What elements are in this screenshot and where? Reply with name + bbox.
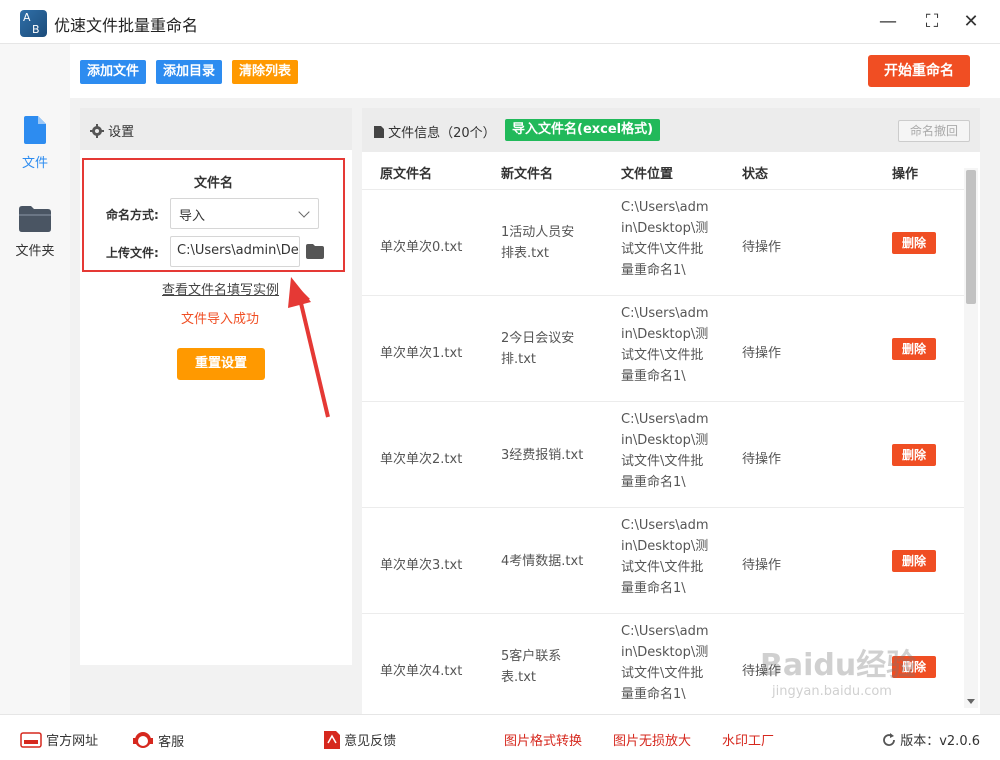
nav-file-label: 文件 [21,156,48,171]
gear-icon [90,124,104,138]
filename-section-highlight: 文件名 命名方式: 导入 上传文件: C:\Users\admin\Deskto… [82,158,345,272]
original-name-cell: 单次单次2.txt [380,452,463,467]
upload-file-input[interactable]: C:\Users\admin\Desktop [170,236,300,267]
folder-icon [19,206,51,232]
naming-mode-label: 命名方式: [106,208,159,222]
location-cell: C:\Users\admin\Desktop\测试文件\文件批量重命名1\ [621,306,709,384]
original-name-cell: 单次单次3.txt [380,558,463,573]
table-row[interactable]: 单次单次3.txt 4考情数据.txt C:\Users\admin\Deskt… [362,508,964,614]
nav-item-folder[interactable]: 文件夹 [0,206,70,259]
new-name-cell: 2今日会议安排.txt [501,331,575,367]
version-info: 版本：v2.0.6 [882,730,980,749]
add-file-button[interactable]: 添加文件 [80,60,147,84]
open-folder-icon[interactable] [306,244,324,259]
baidu-watermark: Baidu经验 jingyan.baidu.com [760,648,917,699]
delete-button[interactable]: 删除 [892,550,936,572]
watermark-tool-link[interactable]: 水印工厂 [722,730,774,749]
location-cell: C:\Users\admin\Desktop\测试文件\文件批量重命名1\ [621,518,709,596]
status-cell: 待操作 [742,452,782,467]
file-table-body: 单次单次0.txt 1活动人员安排表.txt C:\Users\admin\De… [362,190,964,714]
maximize-button[interactable]: ⛶ [918,8,946,36]
column-status: 状态 [742,167,769,182]
file-icon [24,116,46,144]
status-cell: 待操作 [742,240,782,255]
table-row[interactable]: 单次单次2.txt 3经费报销.txt C:\Users\admin\Deskt… [362,402,964,508]
website-icon [20,732,42,748]
delete-button[interactable]: 删除 [892,232,936,254]
original-name-cell: 单次单次1.txt [380,346,463,361]
file-info-header: 文件信息（20个） 导入文件名(excel格式) 命名撤回 [362,108,980,152]
annotation-arrow-icon [288,277,330,418]
refresh-icon[interactable] [882,733,896,747]
customer-service-icon [133,732,153,748]
column-action: 操作 [892,167,919,182]
naming-mode-value: 导入 [179,209,206,224]
status-cell: 待操作 [742,346,782,361]
left-nav: 文件 文件夹 [0,44,70,714]
app-title: 优速文件批量重命名 [54,16,199,35]
table-scrollbar[interactable] [964,168,978,708]
scroll-down-icon[interactable] [967,699,975,704]
delete-button[interactable]: 删除 [892,444,936,466]
naming-mode-select[interactable]: 导入 [170,198,319,229]
location-cell: C:\Users\admin\Desktop\测试文件\文件批量重命名1\ [621,200,709,278]
status-cell: 待操作 [742,558,782,573]
original-name-cell: 单次单次0.txt [380,240,463,255]
scroll-thumb[interactable] [966,170,976,304]
title-bar: AB 优速文件批量重命名 — ⛶ ✕ [0,0,1000,44]
add-directory-button[interactable]: 添加目录 [156,60,223,84]
customer-service-link[interactable]: 客服 [132,730,184,750]
chevron-down-icon [298,206,310,218]
settings-title: 设置 [108,125,135,140]
location-cell: C:\Users\admin\Desktop\测试文件\文件批量重命名1\ [621,412,709,490]
reset-settings-button[interactable]: 重置设置 [177,348,265,380]
new-name-cell: 1活动人员安排表.txt [501,225,575,261]
toolbar: 添加文件 添加目录 清除列表 开始重命名 [70,44,1000,98]
file-info-title: 文件信息（20个） [374,122,496,141]
clear-list-button[interactable]: 清除列表 [232,60,299,84]
new-name-cell: 4考情数据.txt [501,554,584,569]
delete-button[interactable]: 删除 [892,338,936,360]
official-website-link[interactable]: 官方网址 [20,730,98,749]
undo-rename-button[interactable]: 命名撤回 [898,120,970,142]
nav-item-file[interactable]: 文件 [0,116,70,171]
image-enlarge-link[interactable]: 图片无损放大 [613,730,691,749]
file-info-panel: 文件信息（20个） 导入文件名(excel格式) 命名撤回 原文件名 新文件名 … [362,108,980,714]
nav-folder-label: 文件夹 [15,244,55,259]
upload-file-label: 上传文件: [106,246,159,260]
table-row[interactable]: 单次单次1.txt 2今日会议安排.txt C:\Users\admin\Des… [362,296,964,402]
new-name-cell: 5客户联系表.txt [501,649,562,685]
minimize-button[interactable]: — [874,8,902,36]
original-name-cell: 单次单次4.txt [380,664,463,679]
column-original-name: 原文件名 [380,167,433,182]
bottom-bar: 官方网址 客服 意见反馈 图片格式转换 图片无损放大 水印工厂 版本：v2.0.… [0,714,1000,760]
image-format-convert-link[interactable]: 图片格式转换 [504,730,582,749]
redacted-contact [196,727,296,747]
import-excel-button[interactable]: 导入文件名(excel格式) [505,119,661,141]
start-rename-button[interactable]: 开始重命名 [868,55,970,87]
table-header: 原文件名 新文件名 文件位置 状态 操作 [362,152,964,190]
column-new-name: 新文件名 [501,167,554,182]
document-icon [374,126,384,138]
close-button[interactable]: ✕ [957,8,985,36]
settings-header: 设置 [80,108,352,150]
new-name-cell: 3经费报销.txt [501,448,584,463]
import-status: 文件导入成功 [181,312,260,327]
location-cell: C:\Users\admin\Desktop\测试文件\文件批量重命名1\ [621,624,709,702]
column-location: 文件位置 [621,167,674,182]
section-title: 文件名 [84,172,343,191]
feedback-link[interactable]: 意见反馈 [324,730,396,749]
feedback-icon [324,731,340,749]
example-link[interactable]: 查看文件名填写实例 [162,279,279,298]
table-row[interactable]: 单次单次0.txt 1活动人员安排表.txt C:\Users\admin\De… [362,190,964,296]
app-logo-icon: AB [20,10,47,37]
